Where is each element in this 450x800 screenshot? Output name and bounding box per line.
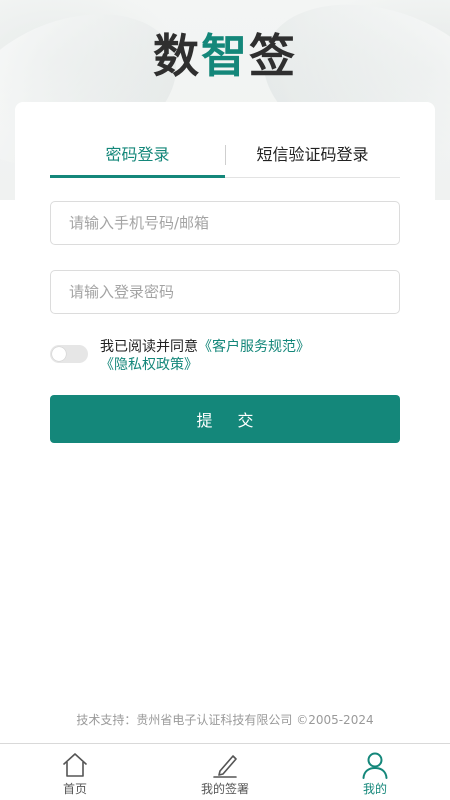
login-tabs: 密码登录 短信验证码登录 bbox=[50, 138, 400, 178]
tabbar-item-home[interactable]: 首页 bbox=[15, 744, 135, 800]
logo-text-part-1: 数 bbox=[153, 29, 201, 83]
submit-button[interactable]: 提 交 bbox=[50, 395, 400, 443]
tab-sms-login[interactable]: 短信验证码登录 bbox=[225, 138, 400, 178]
tabbar-label-my-signatures: 我的签署 bbox=[200, 782, 249, 796]
agreement-toggle[interactable] bbox=[50, 345, 88, 363]
user-icon bbox=[362, 752, 388, 779]
tabbar-label-mine: 我的 bbox=[362, 782, 387, 796]
bottom-tabbar: 首页 我的签署 我的 bbox=[0, 743, 450, 800]
tabbar-item-my-signatures[interactable]: 我的签署 bbox=[165, 744, 285, 800]
account-input[interactable] bbox=[50, 201, 400, 245]
pen-icon bbox=[213, 755, 237, 778]
logo-text-part-2: 智 bbox=[201, 29, 249, 83]
password-input[interactable] bbox=[50, 270, 400, 314]
tech-support-text: 技术支持：贵州省电子认证科技有限公司 ©2005-2024 bbox=[76, 713, 374, 727]
app-logo: 数智签 bbox=[0, 20, 450, 86]
privacy-policy-link[interactable]: 《隐私权政策》 bbox=[100, 357, 198, 373]
tabbar-item-mine[interactable]: 我的 bbox=[315, 744, 435, 800]
service-terms-link[interactable]: 《客户服务规范》 bbox=[198, 339, 310, 355]
tab-password-login[interactable]: 密码登录 bbox=[50, 138, 225, 178]
agreement-text: 我已阅读并同意《客户服务规范》《隐私权政策》 bbox=[100, 338, 400, 374]
home-icon bbox=[63, 753, 87, 777]
agreement-row: 我已阅读并同意《客户服务规范》《隐私权政策》 bbox=[50, 338, 400, 378]
toggle-knob bbox=[52, 347, 66, 361]
agreement-prefix: 我已阅读并同意 bbox=[100, 339, 198, 355]
tabbar-label-home: 首页 bbox=[62, 782, 87, 796]
logo-text-part-3: 签 bbox=[249, 29, 297, 83]
